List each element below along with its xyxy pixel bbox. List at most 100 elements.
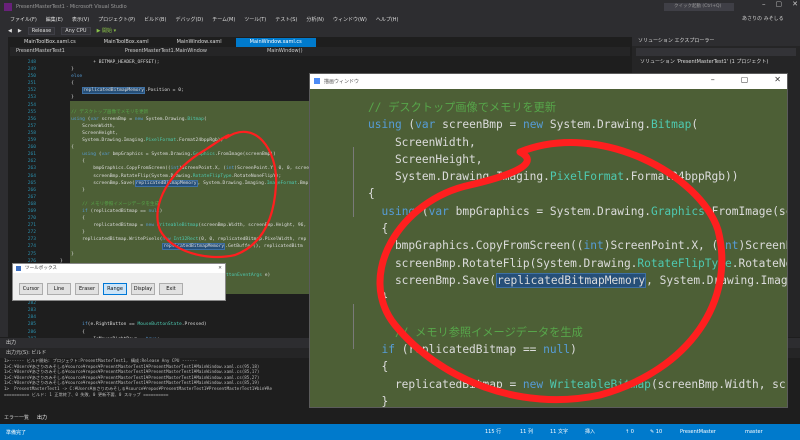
window-icon xyxy=(314,78,320,84)
line-number: 264 xyxy=(27,173,36,179)
status-errors[interactable]: ↑ 0 xyxy=(625,424,634,440)
project-dropdown[interactable]: PresentMasterTest1 xyxy=(16,47,65,56)
line-number: 263 xyxy=(27,166,36,172)
solution-root-item[interactable]: ソリューション 'PresentMasterTest1' (1 プロジェクト) xyxy=(632,58,800,65)
line-number: 274 xyxy=(27,244,36,250)
tab-mainwindow-xaml[interactable]: MainWindow.xaml xyxy=(163,38,236,47)
line-number: 267 xyxy=(27,194,36,200)
left-tool-strip[interactable] xyxy=(0,37,8,337)
minimize-button[interactable]: – xyxy=(762,0,766,8)
window-icon xyxy=(16,266,21,271)
line-number: 286 xyxy=(27,329,36,335)
line-number: 249 xyxy=(27,67,36,73)
platform-select[interactable]: Any CPU xyxy=(61,26,91,35)
line-number: 266 xyxy=(27,187,36,193)
menu-tools[interactable]: ツール(T) xyxy=(244,16,266,23)
menu-bar: ファイル(F) 編集(E) 表示(V) プロジェクト(P) ビルド(B) デバッ… xyxy=(0,14,800,24)
tab-error-list[interactable]: エラー一覧 xyxy=(4,414,29,421)
exit-button[interactable]: Exit xyxy=(159,283,183,295)
close-button[interactable]: ✕ xyxy=(792,0,798,8)
line-number: 248 xyxy=(27,60,36,65)
tab-mainwindow-cs[interactable]: MainWindow.xaml.cs xyxy=(235,38,316,47)
zoom-window-title: 描画ウィンドウ xyxy=(324,79,360,85)
solution-search-input[interactable] xyxy=(636,48,796,56)
menu-debug[interactable]: デバッグ(D) xyxy=(175,16,203,23)
tab-output[interactable]: 出力 xyxy=(37,414,47,421)
line-number: 272 xyxy=(27,230,36,236)
title-bar: PresentMasterTest1 - Microsoft Visual St… xyxy=(0,0,800,14)
line-number: 265 xyxy=(27,180,36,186)
line-number: 283 xyxy=(27,308,36,314)
toolbox-titlebar: ツールボックス ✕ xyxy=(13,264,225,273)
back-icon[interactable]: ◀ xyxy=(8,28,12,34)
line-number: 270 xyxy=(27,216,36,222)
toolbox-title: ツールボックス xyxy=(25,266,58,271)
zoom-window: 描画ウィンドウ – ▢ ✕ // デスクトップ画像でメモリを更新 using (… xyxy=(309,73,788,408)
line-number: 269 xyxy=(27,208,36,214)
status-column: 11 列 xyxy=(520,429,533,435)
status-project[interactable]: PresentMaster xyxy=(680,424,716,440)
zoom-maximize-button[interactable]: ▢ xyxy=(741,75,749,84)
status-insert-mode: 挿入 xyxy=(585,429,596,435)
zoom-close-button[interactable]: ✕ xyxy=(774,75,781,84)
class-dropdown[interactable]: PresentMasterTest1.MainWindow xyxy=(125,47,207,56)
quick-launch-input[interactable]: クイック起動 (Ctrl+Q) xyxy=(664,3,734,11)
cursor-button[interactable]: Cursor xyxy=(19,283,43,295)
member-dropdown[interactable]: MainWindow() xyxy=(267,47,303,56)
line-number: 273 xyxy=(27,237,36,243)
toolbox-window: ツールボックス ✕ Cursor Line Eraser Range Displ… xyxy=(12,263,226,301)
forward-icon[interactable]: ▶ xyxy=(18,28,22,34)
status-char: 11 文字 xyxy=(550,429,568,435)
menu-team[interactable]: チーム(M) xyxy=(212,16,235,23)
display-button[interactable]: Display xyxy=(131,283,155,295)
eraser-button[interactable]: Eraser xyxy=(75,283,99,295)
maximize-button[interactable]: ▢ xyxy=(776,0,783,8)
menu-project[interactable]: プロジェクト(P) xyxy=(98,16,135,23)
status-edits[interactable]: ✎ 10 xyxy=(650,424,662,440)
solution-explorer-title: ソリューション エクスプローラー xyxy=(632,37,800,46)
line-button[interactable]: Line xyxy=(47,283,71,295)
configuration-select[interactable]: Release xyxy=(27,26,56,35)
menu-help[interactable]: ヘルプ(H) xyxy=(376,16,399,23)
range-button[interactable]: Range xyxy=(103,283,127,295)
line-number: 268 xyxy=(27,201,36,207)
menu-edit[interactable]: 編集(E) xyxy=(46,16,63,23)
zoom-window-titlebar: 描画ウィンドウ – ▢ ✕ xyxy=(310,74,787,89)
line-number: 253 xyxy=(27,95,36,101)
toolbar: ◀ ▶ Release Any CPU ▶ 開始 ▾ xyxy=(0,24,800,37)
line-number: 285 xyxy=(27,322,36,328)
indent-guide xyxy=(353,147,354,217)
menu-file[interactable]: ファイル(F) xyxy=(10,16,37,23)
window-title: PresentMasterTest1 - Microsoft Visual St… xyxy=(16,4,127,10)
line-number: 254 xyxy=(27,102,36,108)
tab-maintoolbox-cs[interactable]: MainToolBox.xaml.cs xyxy=(10,38,90,47)
zoomed-code-view[interactable]: // デスクトップ画像でメモリを更新 using (var screenBmp … xyxy=(310,89,787,407)
user-account[interactable]: あさりの みそしる xyxy=(742,15,784,22)
menu-view[interactable]: 表示(V) xyxy=(72,16,89,23)
line-number: 262 xyxy=(27,159,36,165)
menu-build[interactable]: ビルド(B) xyxy=(144,16,166,23)
line-number: 282 xyxy=(27,301,36,307)
line-number: 256 xyxy=(27,116,36,122)
menu-analyze[interactable]: 分析(N) xyxy=(306,16,324,23)
line-number: 284 xyxy=(27,315,36,321)
menu-test[interactable]: テスト(S) xyxy=(275,16,297,23)
line-number: 252 xyxy=(27,88,36,94)
line-number: 259 xyxy=(27,138,36,144)
line-number: 271 xyxy=(27,223,36,229)
line-number: 257 xyxy=(27,123,36,129)
toolbox-close-button[interactable]: ✕ xyxy=(218,264,222,273)
indent-guide xyxy=(353,304,354,349)
navigation-bar: PresentMasterTest1 PresentMasterTest1.Ma… xyxy=(10,47,630,56)
tab-maintoolbox-xaml[interactable]: MainToolBox.xaml xyxy=(90,38,163,47)
start-button[interactable]: ▶ 開始 ▾ xyxy=(97,27,117,34)
visual-studio-logo-icon xyxy=(4,3,12,11)
line-number: 260 xyxy=(27,145,36,151)
line-number: 250 xyxy=(27,74,36,80)
zoom-minimize-button[interactable]: – xyxy=(711,75,715,84)
status-branch[interactable]: master xyxy=(745,424,763,440)
menu-window[interactable]: ウィンドウ(W) xyxy=(333,16,367,23)
status-bar: 準備完了 115 行 11 列 11 文字 挿入 ↑ 0 ✎ 10 Presen… xyxy=(0,424,800,440)
line-number: 255 xyxy=(27,109,36,115)
status-line: 115 行 xyxy=(485,429,502,435)
